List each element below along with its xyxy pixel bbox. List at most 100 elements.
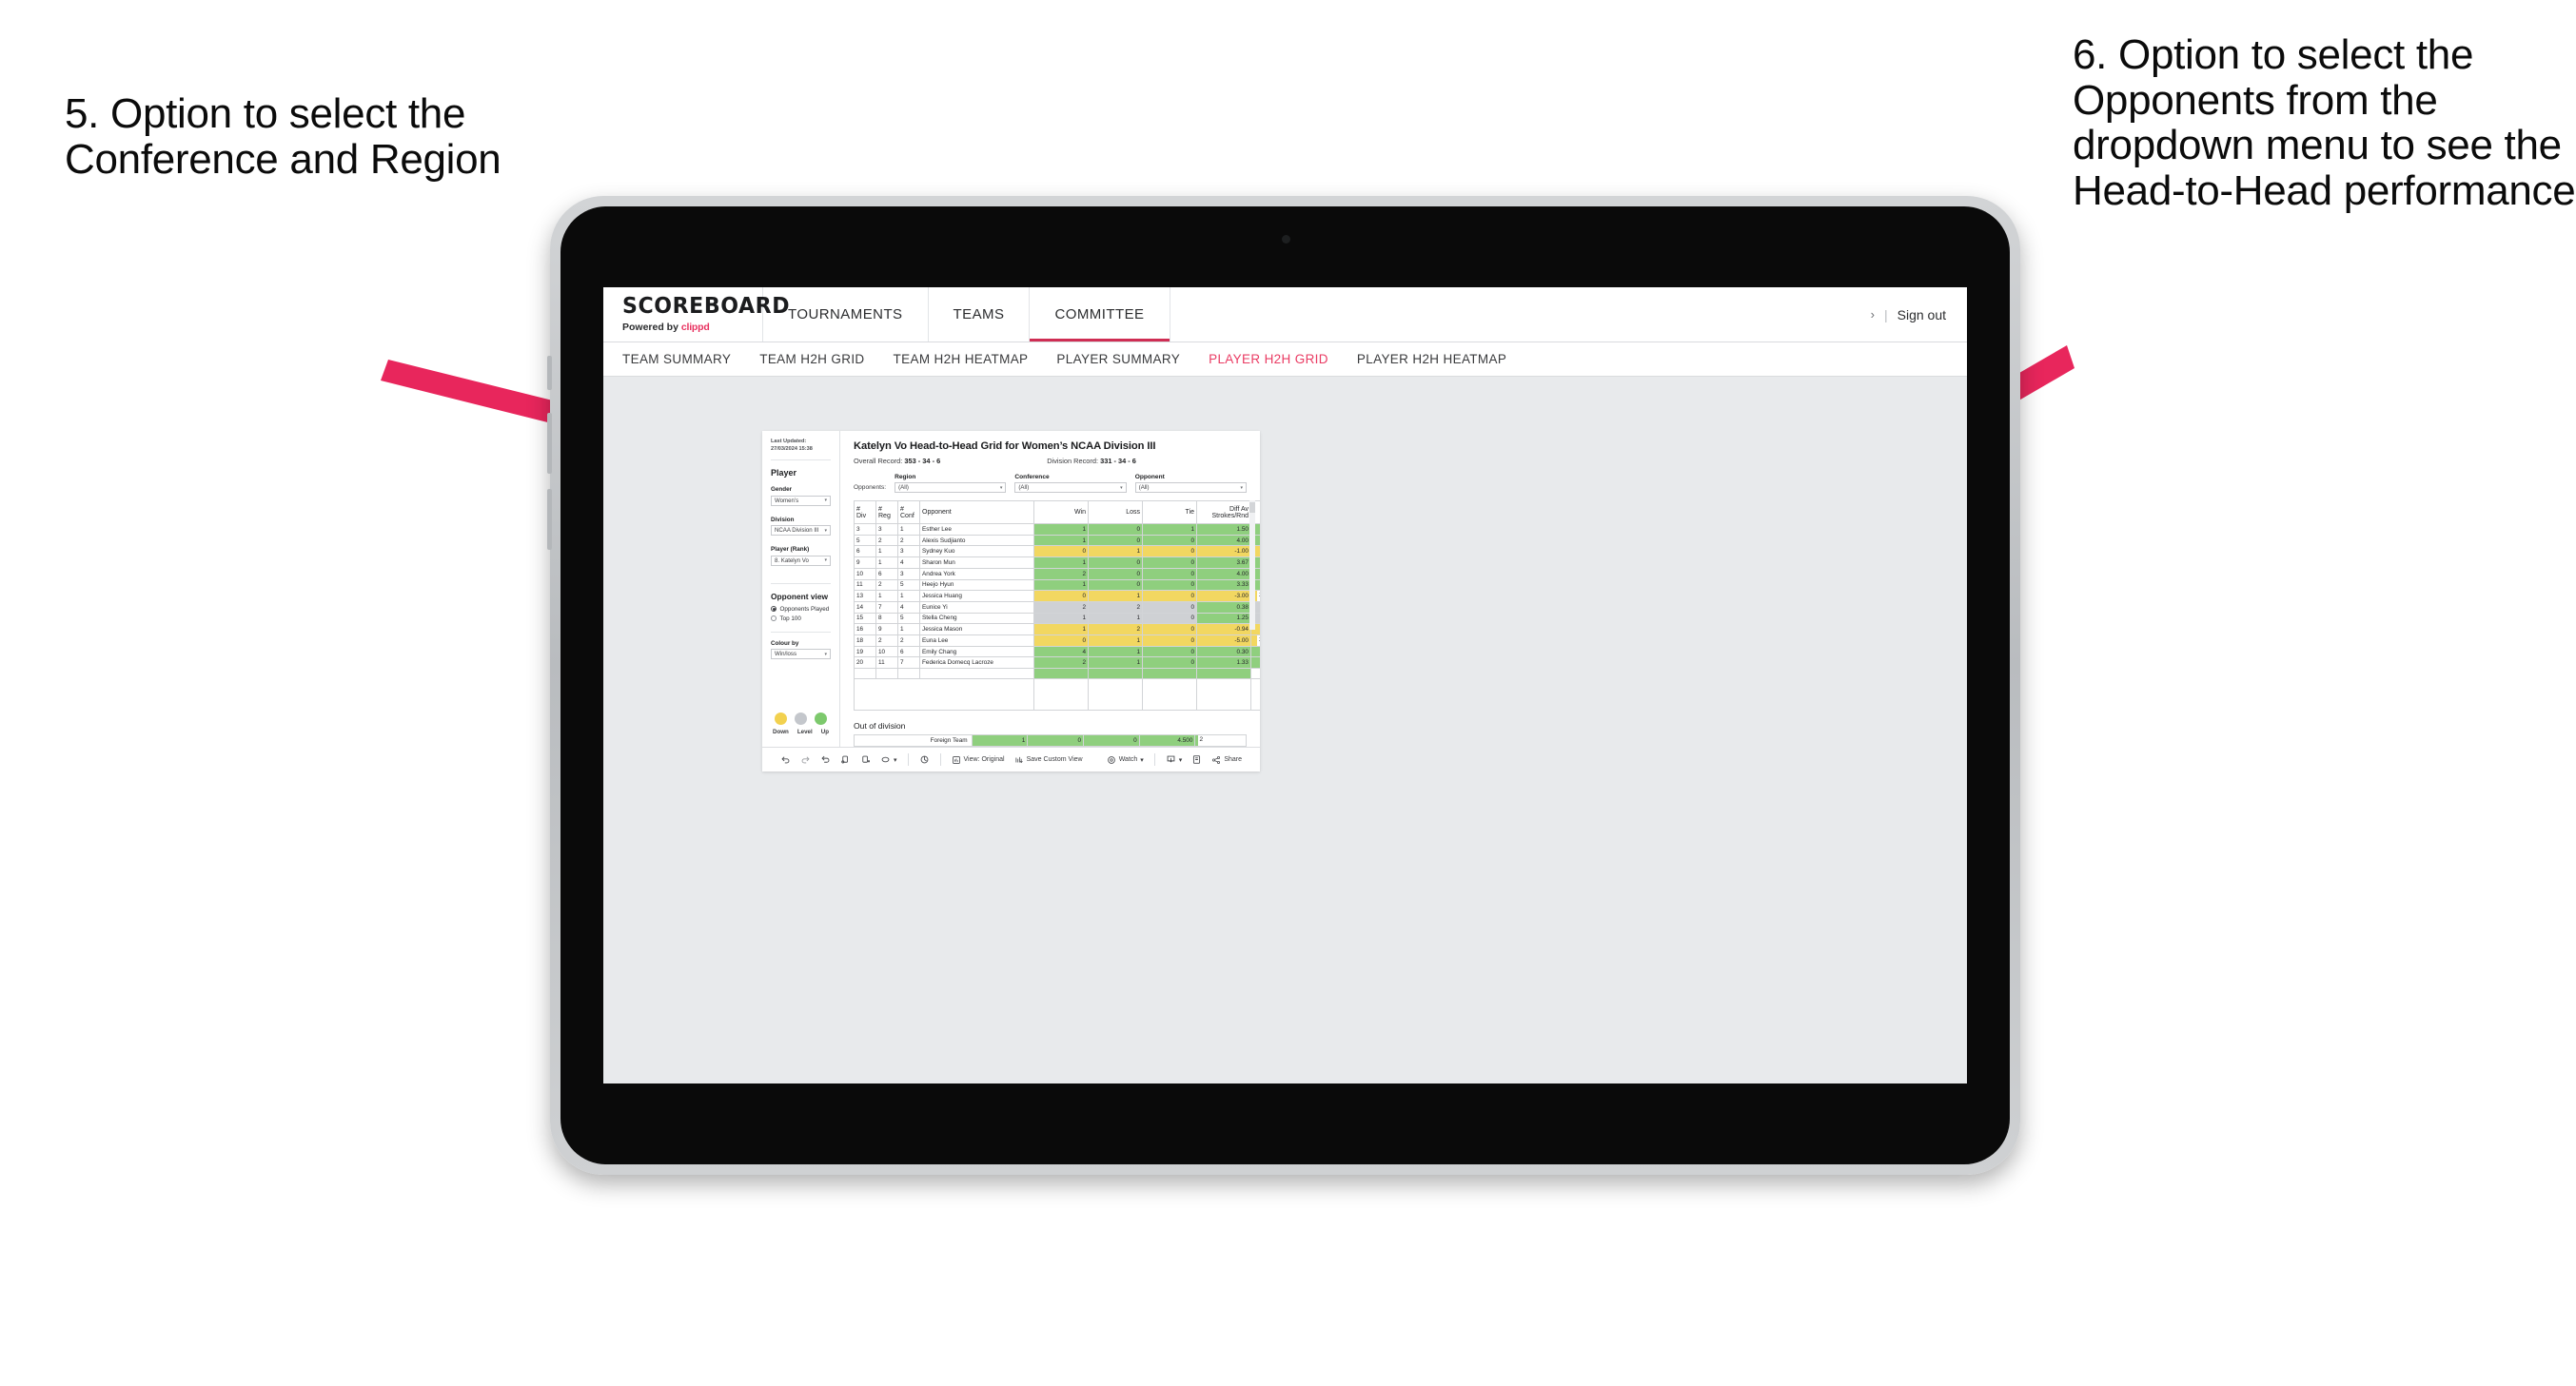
table-scrollbar[interactable]: [1249, 500, 1255, 630]
revert-icon[interactable]: [816, 754, 836, 765]
cell-win: 0: [1033, 545, 1089, 558]
chevron-down-icon: ▾: [1240, 484, 1243, 491]
table-row[interactable]: 1474Eunice Yi2200.389: [854, 600, 1260, 614]
division-select[interactable]: NCAA Division III ▾: [771, 525, 831, 537]
redo-icon[interactable]: [796, 754, 816, 765]
out-of-division-row[interactable]: Foreign Team 1 0 0 4.500 2: [854, 733, 1247, 747]
overall-record: Overall Record: 353 - 34 - 6: [854, 457, 940, 465]
nav-teams[interactable]: TEAMS: [929, 287, 1031, 342]
share-button[interactable]: Share: [1207, 755, 1247, 765]
chevron-down-icon: ▾: [824, 527, 827, 534]
table-row[interactable]: 19106Emily Chang4100.3011: [854, 645, 1260, 658]
legend-labels: Down Level Up: [771, 729, 831, 735]
cell-rounds: 30: [1194, 745, 1247, 747]
legend-swatch-up: [815, 713, 827, 725]
cell-rounds: 6: [1250, 656, 1260, 670]
tab-team-h2h-heatmap[interactable]: TEAM H2H HEATMAP: [894, 352, 1029, 366]
tab-player-h2h-grid[interactable]: PLAYER H2H GRID: [1209, 352, 1328, 366]
division-record-label: Division Record:: [1047, 457, 1099, 465]
gender-select[interactable]: Women’s ▾: [771, 495, 831, 506]
table-row[interactable]: 1822Euna Lee010-5.002: [854, 634, 1260, 647]
table-row[interactable]: 613Sydney Kuo010-1.003: [854, 545, 1260, 558]
table-row[interactable]: 1125Heejo Hyun1003.333: [854, 578, 1260, 592]
table-row[interactable]: 1691Jessica Mason120-0.947: [854, 623, 1260, 636]
save-custom-view-button[interactable]: Save Custom View: [1010, 755, 1088, 765]
tab-player-h2h-heatmap[interactable]: PLAYER H2H HEATMAP: [1357, 352, 1506, 366]
table-row[interactable]: 331Esther Lee1011.504: [854, 523, 1260, 536]
highlight-icon[interactable]: ▾: [875, 754, 902, 765]
table-row[interactable]: 1063Andrea York2004.004: [854, 567, 1260, 580]
cell-conf: 1: [897, 623, 920, 636]
annotation-left: 5. Option to select the Conference and R…: [65, 90, 501, 183]
header-separator: |: [1883, 306, 1888, 322]
cell-div: 11: [854, 578, 876, 592]
h2h-table-head: # Div # Reg # Conf Opponent Win Loss Tie Diff Av St…: [854, 500, 1260, 524]
logo-tagline: Powered by clippd: [622, 322, 762, 333]
cell-diff: -5.00: [1196, 634, 1251, 647]
fullscreen-icon[interactable]: [1187, 754, 1207, 765]
cell-win: 1: [1033, 612, 1089, 625]
table-row-partial: [854, 668, 1260, 679]
gender-field: Gender Women’s ▾: [771, 486, 831, 506]
refresh-data-icon[interactable]: [836, 754, 855, 765]
cell-loss: 1: [1088, 590, 1143, 602]
opponents-filter-label: Opponents:: [854, 484, 887, 491]
tab-player-summary[interactable]: PLAYER SUMMARY: [1056, 352, 1180, 366]
radio-top-100[interactable]: Top 100: [771, 615, 831, 622]
cell-win: 2: [1033, 600, 1089, 614]
opponent-label: Opponent: [1134, 474, 1165, 480]
logo-powered-by: Powered by: [622, 322, 678, 333]
cell-win: 1: [1033, 578, 1089, 592]
table-row[interactable]: 914Sharon Mun1003.673: [854, 556, 1260, 569]
opponent-select[interactable]: (All) ▾: [1134, 482, 1247, 493]
pause-updates-icon[interactable]: [855, 754, 875, 765]
chevron-right-icon[interactable]: ›: [1871, 307, 1875, 322]
undo-icon[interactable]: [776, 754, 796, 765]
nav-committee[interactable]: COMMITTEE: [1030, 287, 1170, 342]
colour-by-select[interactable]: Win/loss ▾: [771, 649, 831, 660]
save-custom-view-label: Save Custom View: [1026, 756, 1083, 763]
device-screen: SCOREBOARD Powered by clippd TOURNAMENTS…: [603, 287, 1967, 1083]
ask-data-icon[interactable]: [914, 754, 934, 765]
app-header: SCOREBOARD Powered by clippd TOURNAMENTS…: [603, 287, 1967, 342]
division-value: NCAA Division III: [775, 527, 819, 535]
device-button-power: [547, 356, 552, 390]
cell-div: 14: [854, 600, 876, 614]
table-scrollbar-thumb[interactable]: [1249, 502, 1255, 513]
dashboard-body: Last Updated: 27/03/2024 15:38 Player Ge…: [762, 431, 1260, 747]
cell-reg: 11: [875, 656, 898, 670]
table-row[interactable]: 1311Jessica Huang010-3.002: [854, 590, 1260, 602]
cell-diff: 3.33: [1196, 578, 1251, 592]
column-header: # Div: [854, 500, 876, 524]
chevron-down-icon: ▾: [1140, 756, 1144, 764]
out-of-division-table: Foreign Team1004.5002NAIA Division 11500…: [854, 733, 1247, 747]
table-row[interactable]: 1585Stella Cheng1101.254: [854, 612, 1260, 625]
download-icon[interactable]: ▾: [1161, 754, 1188, 765]
cell-div: 16: [854, 623, 876, 636]
device-bezel: SCOREBOARD Powered by clippd TOURNAMENTS…: [560, 206, 2010, 1164]
toolbar-divider: [907, 753, 909, 766]
cell-tie: 0: [1142, 590, 1197, 602]
cell-conf: 6: [897, 645, 920, 658]
cell-win: 1: [1033, 623, 1089, 636]
table-row[interactable]: 20117Federica Domecq Lacroze2101.336: [854, 656, 1260, 670]
colour-by-field: Colour by Win/loss ▾: [771, 640, 831, 660]
region-select[interactable]: (All) ▾: [895, 482, 1007, 493]
cell-div: 18: [854, 634, 876, 647]
watch-button[interactable]: Watch ▾: [1102, 755, 1149, 765]
cell-loss: 1: [1088, 634, 1143, 647]
tab-team-summary[interactable]: TEAM SUMMARY: [622, 352, 731, 366]
radio-opponents-played[interactable]: Opponents Played: [771, 606, 831, 613]
conference-select[interactable]: (All) ▾: [1014, 482, 1127, 493]
player-rank-select[interactable]: 8. Katelyn Vo ▾: [771, 555, 831, 566]
cell-reg: 1: [875, 545, 898, 558]
view-original-button[interactable]: View: Original: [947, 755, 1010, 765]
logo[interactable]: SCOREBOARD Powered by clippd: [603, 287, 790, 342]
cell-opponent: Sydney Kuo: [919, 545, 1034, 558]
nav-tournaments[interactable]: TOURNAMENTS: [763, 287, 929, 342]
device-button-volume-down: [547, 489, 552, 550]
table-row[interactable]: 522Alexis Sudjianto1004.003: [854, 534, 1260, 547]
sign-out-link[interactable]: Sign out: [1898, 307, 1946, 322]
tab-team-h2h-grid[interactable]: TEAM H2H GRID: [759, 352, 864, 366]
logo-brand: clippd: [680, 322, 710, 333]
